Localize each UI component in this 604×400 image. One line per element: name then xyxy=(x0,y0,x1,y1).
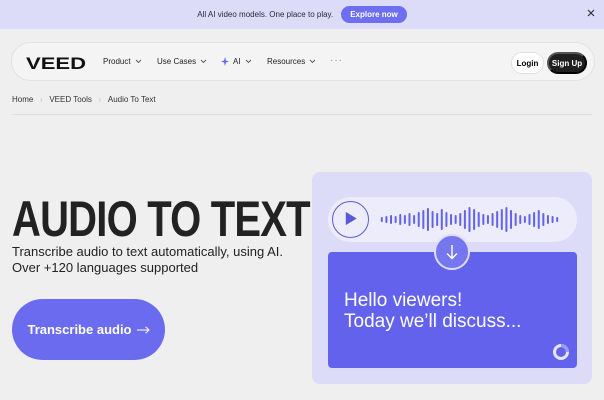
waveform-bar xyxy=(546,215,549,224)
svg-text:VEED: VEED xyxy=(26,55,86,71)
banner-text: All AI video models. One place to play. xyxy=(197,10,334,19)
main-navbar: VEED Product Use Cases AI Resources ··· … xyxy=(11,42,595,81)
waveform-bar xyxy=(519,215,522,224)
nav-product[interactable]: Product xyxy=(103,57,142,66)
waveform-bar xyxy=(459,213,462,226)
breadcrumb-home[interactable]: Home xyxy=(12,95,33,104)
more-menu-icon[interactable]: ··· xyxy=(330,55,343,66)
waveform-bar xyxy=(417,212,420,227)
waveform-bar xyxy=(385,216,388,223)
breadcrumb: Home › VEED Tools › Audio To Text xyxy=(12,95,156,104)
waveform-bar xyxy=(533,212,536,227)
waveform-bar xyxy=(408,213,411,226)
breadcrumb-separator: › xyxy=(98,95,102,104)
waveform-bar xyxy=(450,214,453,225)
waveform-bar xyxy=(468,207,471,232)
promo-banner: All AI video models. One place to play. … xyxy=(0,0,604,29)
waveform-bar xyxy=(542,213,545,226)
waveform-bar xyxy=(454,215,457,224)
nav-use-cases-label: Use Cases xyxy=(157,57,197,66)
waveform-bar xyxy=(445,212,448,227)
waveform-bar xyxy=(528,214,531,225)
waveform-bar xyxy=(505,207,508,232)
nav-resources[interactable]: Resources xyxy=(267,57,316,66)
nav-ai[interactable]: AI xyxy=(221,57,252,66)
waveform-icon xyxy=(380,207,559,232)
cta-label: Transcribe audio xyxy=(27,322,132,337)
page-subtitle: Transcribe audio to text automatically, … xyxy=(12,244,283,275)
play-button xyxy=(332,201,369,238)
waveform-bar xyxy=(510,210,513,229)
nav-use-cases[interactable]: Use Cases xyxy=(157,57,207,66)
breadcrumb-current: Audio To Text xyxy=(107,95,156,104)
waveform-bar xyxy=(556,217,559,222)
chevron-down-icon xyxy=(309,59,316,64)
waveform-bar xyxy=(514,213,517,226)
waveform-bar xyxy=(390,215,393,224)
audio-to-text-illustration: Hello viewers! Today we’ll discuss... xyxy=(312,172,592,384)
waveform-bar xyxy=(496,211,499,228)
breadcrumb-separator: › xyxy=(40,95,43,104)
nav-resources-label: Resources xyxy=(267,57,306,66)
chevron-down-icon xyxy=(135,59,141,64)
transcript-line-1: Hello viewers! xyxy=(344,290,463,311)
chevron-down-icon xyxy=(245,59,251,64)
waveform-bar xyxy=(477,212,480,227)
waveform-bar xyxy=(491,213,494,226)
nav-product-label: Product xyxy=(103,57,131,66)
waveform-bar xyxy=(436,213,439,226)
explore-now-button[interactable]: Explore now xyxy=(341,6,407,23)
transcript-line-2: Today we’ll discuss... xyxy=(344,311,522,332)
breadcrumb-veed-tools[interactable]: VEED Tools xyxy=(49,95,92,104)
play-icon xyxy=(345,211,357,226)
login-button[interactable]: Login xyxy=(511,52,544,74)
waveform-bar xyxy=(403,215,406,224)
waveform-bar xyxy=(440,209,443,230)
divider xyxy=(12,114,592,115)
waveform-bar xyxy=(399,214,402,225)
waveform-bar xyxy=(394,216,397,223)
sign-up-button[interactable]: Sign Up xyxy=(547,52,587,74)
veed-logo[interactable]: VEED xyxy=(26,55,86,71)
transcript-text: Hello viewers! Today we’ll discuss... xyxy=(344,290,574,332)
waveform-bar xyxy=(486,215,489,224)
waveform-bar xyxy=(523,216,526,223)
chevron-down-icon xyxy=(200,59,207,64)
page-title: AUDIO TO TEXT xyxy=(12,191,311,247)
waveform-bar xyxy=(426,208,429,231)
waveform-bar xyxy=(473,209,476,230)
arrow-down-icon xyxy=(446,245,458,260)
close-icon[interactable] xyxy=(586,8,596,18)
waveform-bar xyxy=(500,209,503,230)
nav-ai-label: AI xyxy=(233,57,241,66)
transcribe-audio-button[interactable]: Transcribe audio xyxy=(12,299,165,360)
loading-icon xyxy=(553,344,569,360)
arrow-right-icon xyxy=(136,325,150,334)
waveform-bar xyxy=(422,210,425,229)
waveform-bar xyxy=(482,214,485,225)
waveform-bar xyxy=(380,217,383,222)
arrow-down-badge xyxy=(434,234,470,270)
ai-spark-icon xyxy=(221,57,229,66)
waveform-bar xyxy=(537,210,540,229)
waveform-bar xyxy=(413,215,416,224)
waveform-bar xyxy=(463,210,466,229)
waveform-bar xyxy=(431,211,434,228)
waveform-bar xyxy=(551,216,554,223)
